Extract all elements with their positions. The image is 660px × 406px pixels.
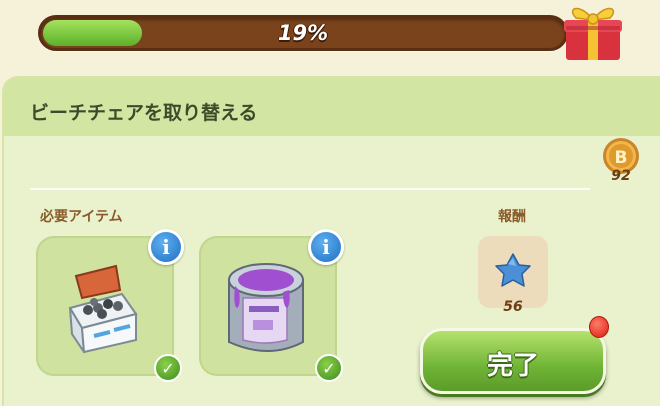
coin-count: 92	[611, 168, 631, 184]
check-icon: ✓	[315, 354, 343, 382]
item-info-button[interactable]: i	[308, 229, 344, 265]
reward-count: 56	[503, 299, 523, 315]
gift-icon[interactable]	[560, 0, 626, 62]
check-icon: ✓	[154, 354, 182, 382]
reward-item[interactable]	[478, 236, 548, 308]
divider	[30, 188, 590, 190]
reward-label: 報酬	[498, 209, 526, 225]
complete-button[interactable]: 完了	[420, 328, 606, 394]
info-icon: i	[162, 235, 170, 259]
quest-title: ビーチチェアを取り替える	[30, 102, 258, 124]
notification-dot	[589, 316, 609, 338]
quest-header: ビーチチェアを取り替える	[4, 78, 660, 136]
required-items-label: 必要アイテム	[40, 209, 123, 225]
info-icon: i	[322, 235, 330, 259]
item-info-button[interactable]: i	[148, 229, 184, 265]
progress-bar: 19%	[38, 15, 568, 51]
blue-star-icon	[495, 253, 531, 287]
svg-text:B: B	[615, 148, 628, 168]
complete-button-label: 完了	[486, 350, 539, 381]
progress-percent: 19%	[277, 21, 329, 45]
